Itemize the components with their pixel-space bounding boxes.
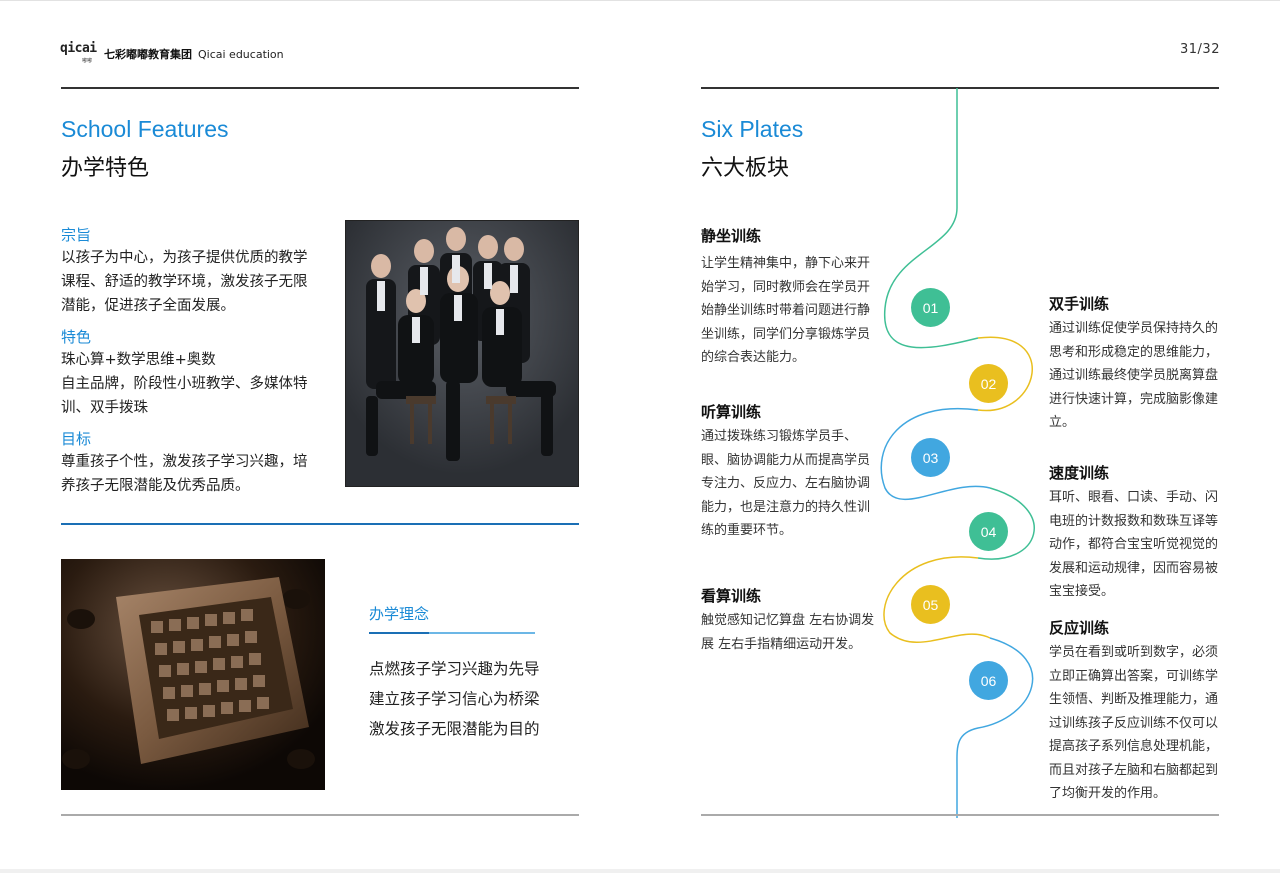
feature-title: 目标 bbox=[61, 430, 92, 448]
philosophy-line: 建立孩子学习信心为桥梁 bbox=[369, 690, 540, 708]
plate-speed-training: 速度训练 耳听、眼看、口读、手动、闪 电班的计数报数和数珠互译等 动作，都符合宝… bbox=[1049, 464, 1219, 599]
seal-photo-illustration bbox=[61, 559, 325, 790]
brand-name-en: Qicai education bbox=[198, 47, 284, 61]
plate-number-badge: 06 bbox=[969, 661, 1008, 700]
feature-title: 宗旨 bbox=[61, 226, 92, 244]
right-bottom-rule bbox=[701, 814, 1219, 816]
plate-number-badge: 04 bbox=[969, 512, 1008, 551]
plate-number-badge: 02 bbox=[969, 364, 1008, 403]
philosophy-line: 激发孩子无限潜能为目的 bbox=[369, 720, 540, 738]
plate-reaction-training: 反应训练 学员在看到或听到数字，必须 立即正确算出答案，可训练学 生领悟、判断及… bbox=[1049, 619, 1219, 801]
plate-sitting-training: 静坐训练 让学生精神集中，静下心来开 始学习，同时教师会在学员开 始静坐训练时带… bbox=[701, 227, 871, 365]
philosophy-line: 点燃孩子学习兴趣为先导 bbox=[369, 660, 540, 678]
school-features-title-en: School Features bbox=[61, 116, 229, 142]
feature-characteristics: 特色 珠心算+数学思维+奥数 自主品牌，阶段性小班教学、多媒体特 训、双手拨珠 bbox=[61, 326, 331, 420]
philosophy-underline-light bbox=[429, 632, 535, 634]
features-list: 宗旨 以孩子为中心，为孩子提供优质的教学 课程、舒适的教学环境，激发孩子无限 潜… bbox=[61, 220, 331, 498]
brand-logo: qicai 嘟嘟 七彩嘟嘟教育集团 Qicai education bbox=[60, 41, 284, 66]
team-photo-illustration bbox=[346, 221, 578, 486]
brand-name-cn: 七彩嘟嘟教育集团 bbox=[104, 48, 192, 61]
section-divider bbox=[61, 523, 579, 525]
feature-mission: 宗旨 以孩子为中心，为孩子提供优质的教学 课程、舒适的教学环境，激发孩子无限 潜… bbox=[61, 224, 331, 318]
page-top-border bbox=[0, 0, 1280, 1]
plate-two-hands-training: 双手训练 通过训练促使学员保持持久的 思考和形成稳定的思维能力， 通过训练最终使… bbox=[1049, 295, 1219, 430]
left-bottom-rule bbox=[61, 814, 579, 816]
plate-number-badge: 01 bbox=[911, 288, 950, 327]
six-plates-title-cn: 六大板块 bbox=[701, 156, 790, 181]
feature-title: 特色 bbox=[61, 328, 92, 346]
feature-goal: 目标 尊重孩子个性，激发孩子学习兴趣，培 养孩子无限潜能及优秀品质。 bbox=[61, 428, 331, 498]
plates-timeline bbox=[880, 88, 1035, 818]
school-features-title-cn: 办学特色 bbox=[61, 156, 150, 181]
philosophy-title: 办学理念 bbox=[369, 605, 430, 623]
page-number: 31/32 bbox=[1180, 42, 1220, 57]
left-top-rule bbox=[61, 87, 579, 89]
plate-number-badge: 05 bbox=[911, 585, 950, 624]
abacus-seal-photo bbox=[61, 559, 325, 790]
logo-mark-icon: qicai 嘟嘟 bbox=[60, 41, 97, 64]
team-photo bbox=[345, 220, 579, 487]
plate-visual-training: 看算训练 触觉感知记忆算盘 左右协调发 展 左右手指精细运动开发。 bbox=[701, 587, 875, 652]
plate-listening-training: 听算训练 通过拨珠练习锻炼学员手、 眼、脑协调能力从而提高学员 专注力、反应力、… bbox=[701, 403, 871, 538]
six-plates-title-en: Six Plates bbox=[701, 116, 804, 142]
plate-number-badge: 03 bbox=[911, 438, 950, 477]
page-bottom-border bbox=[0, 869, 1280, 873]
philosophy-underline bbox=[369, 632, 429, 634]
